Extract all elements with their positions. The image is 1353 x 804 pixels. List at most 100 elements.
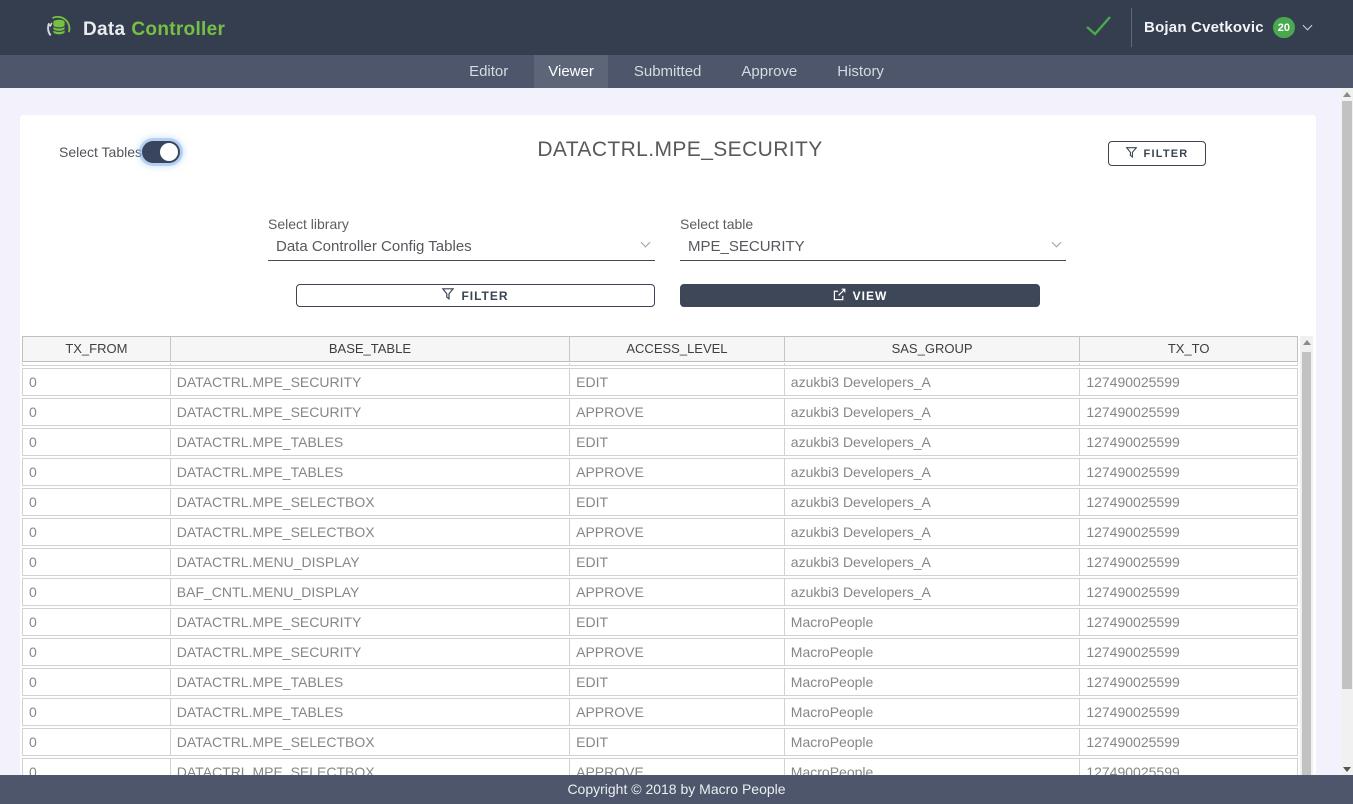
connection-check-icon xyxy=(1083,13,1113,44)
table-row[interactable]: 0DATACTRL.MPE_SECURITYAPPROVEMacroPeople… xyxy=(22,638,1298,666)
select-tables-toggle[interactable] xyxy=(142,141,180,163)
select-table-label: Select table xyxy=(680,216,753,232)
cell-access_level: EDIT xyxy=(570,429,785,455)
table-row[interactable]: 0DATACTRL.MPE_TABLESAPPROVEMacroPeople12… xyxy=(22,698,1298,726)
table-row[interactable]: 0DATACTRL.MPE_SECURITYEDITazukbi3 Develo… xyxy=(22,368,1298,396)
tab-editor[interactable]: Editor xyxy=(455,55,522,88)
cell-tx_to: 127490025599 xyxy=(1080,369,1297,395)
table-row[interactable]: 0DATACTRL.MPE_SELECTBOXEDITMacroPeople12… xyxy=(22,728,1298,756)
filter-button-top-label: FILTER xyxy=(1144,148,1189,160)
grid-body: 0DATACTRL.MPE_SECURITYEDITazukbi3 Develo… xyxy=(22,363,1298,786)
cell-sas_group: azukbi3 Developers_A xyxy=(785,549,1081,575)
navbar-divider xyxy=(1131,8,1132,47)
cell-sas_group: azukbi3 Developers_A xyxy=(785,459,1081,485)
tab-approve[interactable]: Approve xyxy=(727,55,811,88)
cell-base_table: DATACTRL.MPE_SECURITY xyxy=(171,369,570,395)
top-navbar: DataController Bojan Cvetkovic 20 xyxy=(0,0,1353,55)
cell-tx_to: 127490025599 xyxy=(1080,579,1297,605)
page-scrollbar-thumb[interactable] xyxy=(1342,101,1352,689)
grid-scrollbar-thumb[interactable] xyxy=(1302,352,1311,775)
table-row[interactable]: 0DATACTRL.MPE_SECURITYAPPROVEazukbi3 Dev… xyxy=(22,398,1298,426)
cell-sas_group: azukbi3 Developers_A xyxy=(785,579,1081,605)
chevron-down-icon xyxy=(1303,21,1313,31)
cell-access_level: APPROVE xyxy=(570,519,785,545)
cell-tx_from: 0 xyxy=(23,519,171,545)
column-header-tx_to[interactable]: TX_TO xyxy=(1080,337,1297,361)
filter-button[interactable]: FILTER xyxy=(296,284,655,307)
scroll-up-icon[interactable] xyxy=(1341,88,1353,100)
cell-base_table: DATACTRL.MENU_DISPLAY xyxy=(171,549,570,575)
table-row[interactable]: 0DATACTRL.MPE_SELECTBOXEDITazukbi3 Devel… xyxy=(22,488,1298,516)
table-row[interactable]: 0DATACTRL.MENU_DISPLAYEDITazukbi3 Develo… xyxy=(22,548,1298,576)
toggle-knob xyxy=(160,143,178,161)
cell-access_level: EDIT xyxy=(570,489,785,515)
table-row[interactable]: 0DATACTRL.MPE_TABLESEDITMacroPeople12749… xyxy=(22,668,1298,696)
cell-access_level: APPROVE xyxy=(570,579,785,605)
data-grid: TX_FROMBASE_TABLEACCESS_LEVELSAS_GROUPTX… xyxy=(22,336,1298,788)
grid-header: TX_FROMBASE_TABLEACCESS_LEVELSAS_GROUPTX… xyxy=(22,336,1298,362)
table-row[interactable]: 0DATACTRL.MPE_TABLESEDITazukbi3 Develope… xyxy=(22,428,1298,456)
edit-view-icon xyxy=(833,288,846,304)
select-library-value: Data Controller Config Tables xyxy=(276,238,472,255)
column-header-tx_from[interactable]: TX_FROM xyxy=(23,337,171,361)
grid-scrollbar[interactable] xyxy=(1300,336,1313,775)
select-library-dropdown[interactable]: Data Controller Config Tables xyxy=(268,235,655,261)
cell-tx_to: 127490025599 xyxy=(1080,699,1297,725)
select-table-dropdown[interactable]: MPE_SECURITY xyxy=(680,235,1066,261)
filter-button-label: FILTER xyxy=(461,289,508,303)
cell-base_table: DATACTRL.MPE_SELECTBOX xyxy=(171,729,570,755)
cell-sas_group: MacroPeople xyxy=(785,729,1081,755)
cell-tx_from: 0 xyxy=(23,459,171,485)
cell-tx_to: 127490025599 xyxy=(1080,729,1297,755)
tab-history[interactable]: History xyxy=(823,55,898,88)
app-root: DataController Bojan Cvetkovic 20 Editor… xyxy=(0,0,1353,804)
cell-sas_group: MacroPeople xyxy=(785,639,1081,665)
table-row[interactable]: 0BAF_CNTL.MENU_DISPLAYAPPROVEazukbi3 Dev… xyxy=(22,578,1298,606)
cell-base_table: DATACTRL.MPE_TABLES xyxy=(171,459,570,485)
filter-button-top[interactable]: FILTER xyxy=(1108,141,1206,166)
funnel-icon xyxy=(1126,147,1137,161)
column-header-base_table[interactable]: BASE_TABLE xyxy=(171,337,570,361)
page-scrollbar[interactable] xyxy=(1341,88,1353,775)
cell-access_level: APPROVE xyxy=(570,459,785,485)
partial-row xyxy=(22,363,1298,366)
cell-sas_group: azukbi3 Developers_A xyxy=(785,429,1081,455)
tab-submitted[interactable]: Submitted xyxy=(620,55,716,88)
table-row[interactable]: 0DATACTRL.MPE_SELECTBOXAPPROVEazukbi3 De… xyxy=(22,518,1298,546)
cell-tx_from: 0 xyxy=(23,639,171,665)
cell-tx_from: 0 xyxy=(23,669,171,695)
footer: Copyright © 2018 by Macro People xyxy=(0,775,1353,804)
cell-sas_group: azukbi3 Developers_A xyxy=(785,489,1081,515)
table-row[interactable]: 0DATACTRL.MPE_SECURITYEDITMacroPeople127… xyxy=(22,608,1298,636)
cell-sas_group: MacroPeople xyxy=(785,609,1081,635)
view-button[interactable]: VIEW xyxy=(680,284,1040,307)
scroll-down-icon[interactable] xyxy=(1341,763,1353,775)
cell-sas_group: azukbi3 Developers_A xyxy=(785,399,1081,425)
cell-tx_to: 127490025599 xyxy=(1080,609,1297,635)
cell-tx_to: 127490025599 xyxy=(1080,639,1297,665)
brand-logo[interactable]: DataController xyxy=(44,11,225,48)
cell-access_level: EDIT xyxy=(570,669,785,695)
column-header-sas_group[interactable]: SAS_GROUP xyxy=(785,337,1081,361)
cell-access_level: EDIT xyxy=(570,549,785,575)
table-row[interactable]: 0DATACTRL.MPE_TABLESAPPROVEazukbi3 Devel… xyxy=(22,458,1298,486)
tab-viewer[interactable]: Viewer xyxy=(534,55,608,88)
user-menu[interactable]: Bojan Cvetkovic 20 xyxy=(1144,0,1311,55)
cell-base_table: DATACTRL.MPE_SELECTBOX xyxy=(171,519,570,545)
cell-access_level: EDIT xyxy=(570,609,785,635)
cell-tx_from: 0 xyxy=(23,429,171,455)
cell xyxy=(1080,363,1297,365)
cell-access_level: APPROVE xyxy=(570,399,785,425)
view-button-label: VIEW xyxy=(853,289,888,303)
scroll-up-icon[interactable] xyxy=(1300,336,1313,348)
cell-tx_from: 0 xyxy=(23,609,171,635)
cell-base_table: DATACTRL.MPE_TABLES xyxy=(171,429,570,455)
cell-sas_group: azukbi3 Developers_A xyxy=(785,369,1081,395)
cell-sas_group: MacroPeople xyxy=(785,699,1081,725)
cell-tx_from: 0 xyxy=(23,729,171,755)
column-header-access_level[interactable]: ACCESS_LEVEL xyxy=(570,337,785,361)
cell-base_table: DATACTRL.MPE_TABLES xyxy=(171,699,570,725)
cell-tx_from: 0 xyxy=(23,579,171,605)
user-name: Bojan Cvetkovic xyxy=(1144,19,1264,36)
cell-tx_to: 127490025599 xyxy=(1080,429,1297,455)
